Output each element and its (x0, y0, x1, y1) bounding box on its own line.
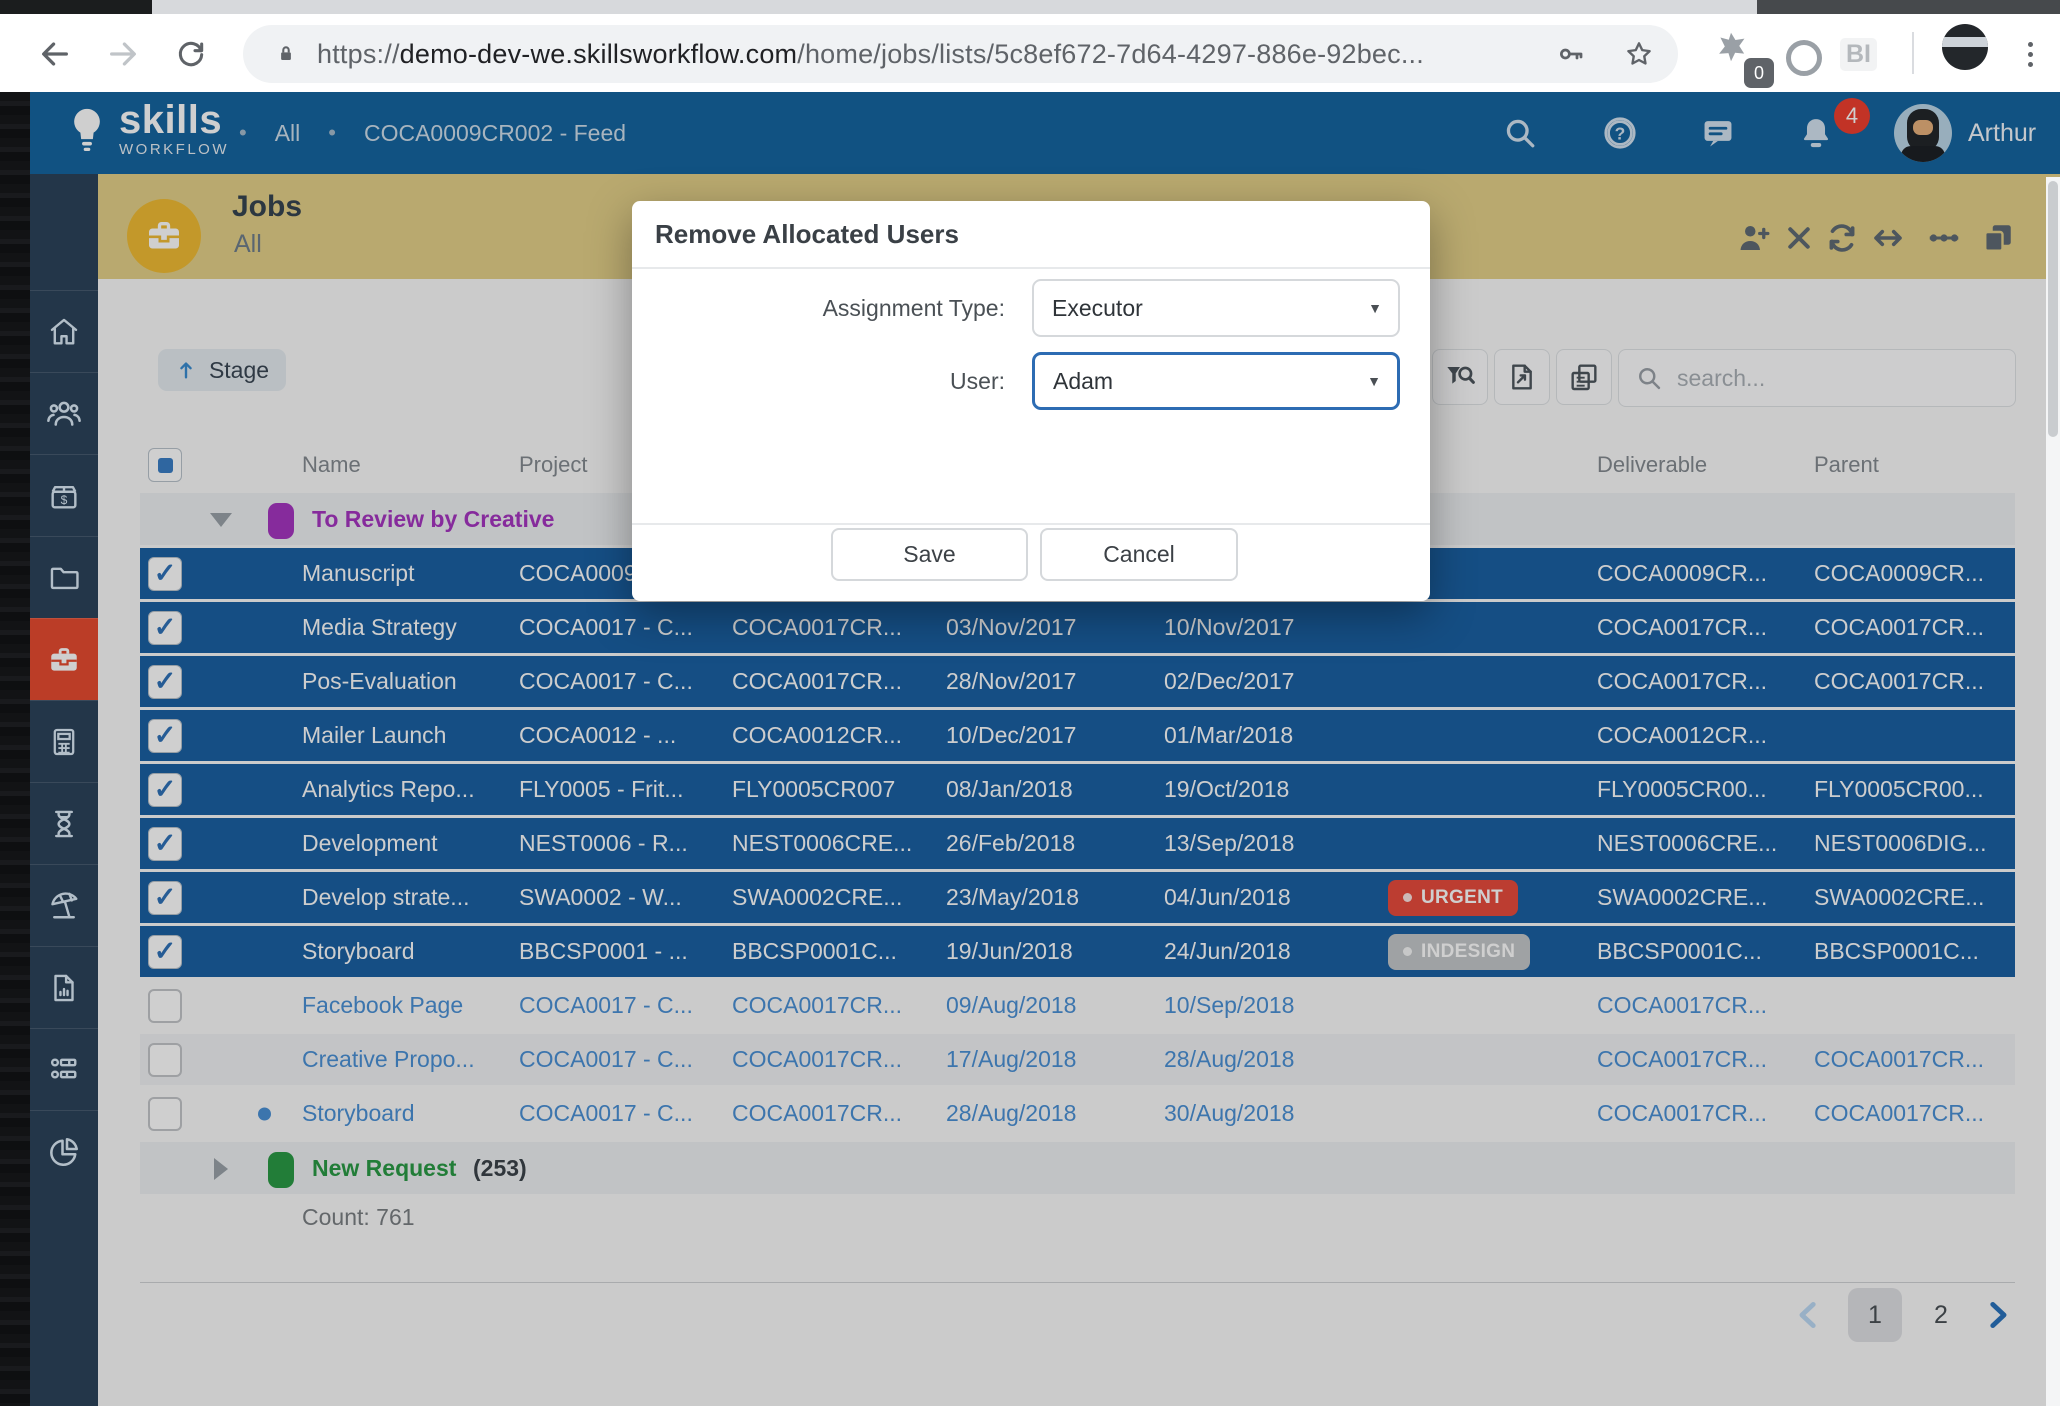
refresh-icon (175, 38, 207, 70)
assignment-type-select[interactable]: Executor ▼ (1032, 279, 1400, 337)
extension-bi-label: BI (1846, 40, 1871, 68)
url-scheme: https:// (317, 39, 400, 69)
key-icon[interactable] (1556, 39, 1586, 69)
dialog-title: Remove Allocated Users (655, 201, 959, 267)
extension-bi-icon[interactable]: BI (1840, 38, 1877, 71)
user-select[interactable]: Adam ▼ (1032, 352, 1400, 410)
url-text[interactable]: https://demo-dev-we.skillsworkflow.com/h… (317, 39, 1424, 70)
extension-circle-icon[interactable] (1786, 40, 1822, 76)
back-button[interactable] (33, 32, 77, 76)
dialog-footer-divider (632, 523, 1430, 525)
app-window: skills WORKFLOW • All • COCA0009CR002 - … (0, 92, 2060, 1406)
user-label: User: (665, 352, 1005, 410)
back-arrow-icon (38, 37, 72, 71)
chevron-down-icon: ▼ (1368, 300, 1382, 316)
user-value: Adam (1053, 368, 1113, 395)
chevron-down-icon: ▼ (1367, 373, 1381, 389)
extension-badge-count: 0 (1754, 63, 1764, 84)
browser-toolbar: https://demo-dev-we.skillsworkflow.com/h… (0, 14, 2060, 93)
padlock-icon[interactable] (273, 41, 299, 67)
remove-allocated-users-dialog: Remove Allocated Users Assignment Type: … (632, 201, 1430, 601)
url-bar[interactable]: https://demo-dev-we.skillsworkflow.com/h… (243, 25, 1678, 83)
tab-strip-dark-segment (0, 0, 152, 14)
scrollbar-thumb[interactable] (2048, 181, 2058, 437)
url-path: /home/jobs/lists/5c8ef672-7d64-4297-886e… (797, 39, 1424, 69)
assignment-type-label: Assignment Type: (665, 279, 1005, 337)
save-button[interactable]: Save (831, 528, 1028, 581)
forward-arrow-icon (106, 37, 140, 71)
tab-strip-right-segment (1757, 0, 2060, 14)
dialog-divider (632, 267, 1430, 269)
bookmark-star-icon[interactable] (1624, 39, 1654, 69)
browser-profile-avatar[interactable] (1942, 24, 1988, 70)
browser-chrome: https://demo-dev-we.skillsworkflow.com/h… (0, 0, 2060, 92)
assignment-type-value: Executor (1052, 295, 1143, 322)
url-domain: demo-dev-we.skillsworkflow.com (400, 39, 798, 69)
forward-button[interactable] (101, 32, 145, 76)
cancel-button[interactable]: Cancel (1040, 528, 1238, 581)
profile-avatar-band (1942, 37, 1988, 47)
extension-badge: 0 (1744, 58, 1774, 88)
toolbar-divider (1912, 32, 1914, 74)
browser-tab-strip[interactable] (0, 0, 2060, 14)
browser-menu-button[interactable] (2018, 34, 2042, 74)
scrollbar[interactable] (2046, 177, 2060, 1406)
refresh-button[interactable] (169, 32, 213, 76)
screen: https://demo-dev-we.skillsworkflow.com/h… (0, 0, 2060, 1406)
